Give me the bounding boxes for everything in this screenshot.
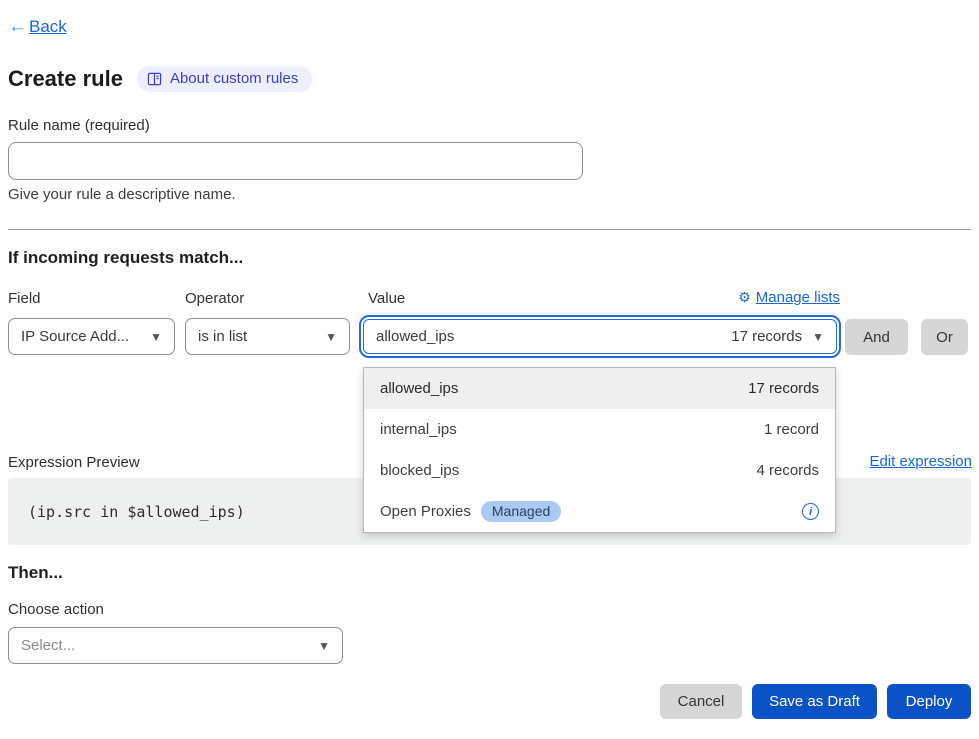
chevron-down-icon: ▼: [812, 330, 824, 344]
cancel-button[interactable]: Cancel: [660, 684, 742, 719]
book-icon: [147, 72, 162, 86]
list-item-meta: 4 records: [756, 462, 819, 479]
chevron-down-icon: ▼: [318, 639, 330, 653]
list-item-allowed-ips[interactable]: allowed_ips 17 records: [364, 368, 835, 409]
page-title: Create rule: [8, 66, 123, 92]
operator-select[interactable]: is in list ▼: [185, 318, 350, 355]
expression-code: (ip.src in $allowed_ips): [28, 503, 245, 521]
list-item-name: allowed_ips: [380, 380, 458, 397]
back-link-label[interactable]: Back: [29, 17, 67, 37]
value-select-focus-ring: allowed_ips 17 records ▼: [359, 315, 841, 358]
or-button[interactable]: Or: [921, 319, 968, 355]
list-item-meta: 1 record: [764, 421, 819, 438]
expression-preview-label: Expression Preview: [8, 454, 140, 471]
manage-lists-link[interactable]: ⚙ Manage lists: [738, 289, 840, 306]
list-dropdown-menu: allowed_ips 17 records internal_ips 1 re…: [363, 367, 836, 533]
operator-select-value: is in list: [198, 328, 247, 345]
gear-icon: ⚙: [738, 289, 751, 306]
value-select-selected: allowed_ips: [376, 328, 454, 345]
field-select[interactable]: IP Source Add... ▼: [8, 318, 175, 355]
then-section-heading: Then...: [8, 563, 63, 583]
match-section-heading: If incoming requests match...: [8, 248, 243, 268]
list-item-name: internal_ips: [380, 421, 457, 438]
rule-name-input[interactable]: [8, 142, 583, 180]
field-select-value: IP Source Add...: [21, 328, 129, 345]
value-select[interactable]: allowed_ips 17 records ▼: [363, 319, 837, 354]
list-item-internal-ips[interactable]: internal_ips 1 record: [364, 409, 835, 450]
list-item-name: blocked_ips: [380, 462, 459, 479]
choose-action-label: Choose action: [8, 601, 104, 618]
rule-name-helper-text: Give your rule a descriptive name.: [8, 186, 236, 203]
back-arrow-icon: ←: [8, 16, 27, 38]
title-row: Create rule About custom rules: [8, 66, 312, 92]
about-pill-label: About custom rules: [170, 70, 298, 87]
deploy-button[interactable]: Deploy: [887, 684, 971, 719]
save-as-draft-button[interactable]: Save as Draft: [752, 684, 877, 719]
operator-column-label: Operator: [185, 290, 244, 307]
chevron-down-icon: ▼: [325, 330, 337, 344]
about-custom-rules-link[interactable]: About custom rules: [137, 66, 312, 92]
managed-badge: Managed: [481, 501, 561, 522]
manage-lists-label[interactable]: Manage lists: [756, 289, 840, 306]
list-item-blocked-ips[interactable]: blocked_ips 4 records: [364, 450, 835, 491]
and-button[interactable]: And: [845, 319, 908, 355]
edit-expression-link[interactable]: Edit expression: [869, 453, 972, 470]
list-item-open-proxies[interactable]: Open Proxies Managed i: [364, 491, 835, 532]
list-item-meta: 17 records: [748, 380, 819, 397]
create-rule-page: ← Back Create rule About custom rules Ru…: [0, 0, 979, 739]
info-icon[interactable]: i: [802, 503, 819, 520]
action-select-placeholder: Select...: [21, 637, 75, 654]
value-column-label: Value: [368, 290, 405, 307]
back-link[interactable]: ← Back: [8, 16, 67, 38]
chevron-down-icon: ▼: [150, 330, 162, 344]
action-select[interactable]: Select... ▼: [8, 627, 343, 664]
list-item-name: Open Proxies: [380, 503, 471, 520]
rule-name-label: Rule name (required): [8, 117, 150, 134]
field-column-label: Field: [8, 290, 41, 307]
value-select-records: 17 records: [731, 328, 802, 345]
section-divider: [8, 229, 971, 230]
